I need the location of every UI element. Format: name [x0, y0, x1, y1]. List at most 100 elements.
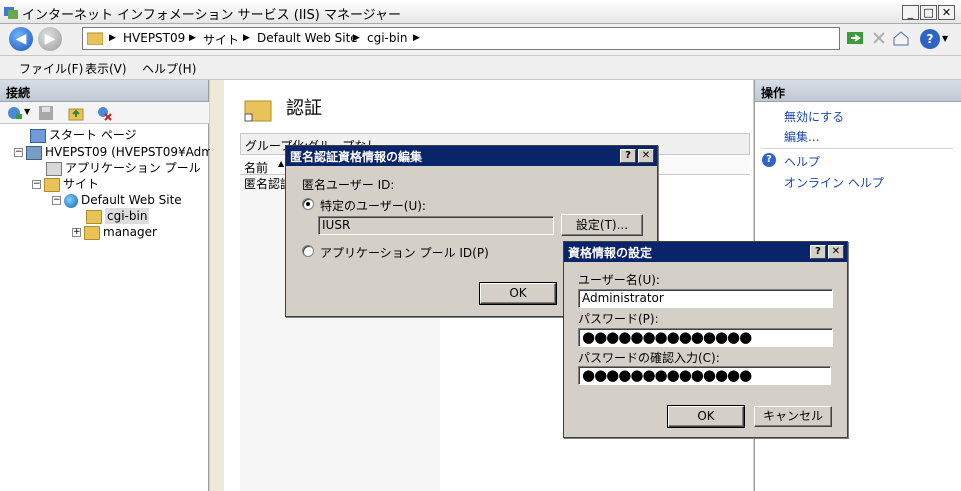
breadcrumb-cgi-bin[interactable]: cgi-bin	[367, 31, 407, 45]
action-disable[interactable]: 無効にする	[784, 108, 844, 125]
breadcrumb-separator: ▶	[243, 33, 250, 43]
connections-header: 接続	[0, 80, 208, 102]
close-button[interactable]: ✕	[938, 5, 955, 20]
username-label: ユーザー名(U):	[578, 273, 660, 287]
connections-panel: 接続 ▼ スタート ページ − HVEPST09 (HVEPST09¥Admir …	[0, 80, 221, 491]
chevron-down-icon[interactable]: ▼	[24, 107, 30, 116]
dialog-title-bar: 匿名認証資格情報の編集	[286, 146, 657, 166]
tree-manager[interactable]: + manager	[72, 224, 157, 240]
server-icon	[26, 145, 42, 160]
menu-file[interactable]: ファイル(F)	[19, 60, 83, 77]
column-name-header[interactable]: 名前	[244, 159, 268, 176]
dialog-title: 匿名認証資格情報の編集	[290, 150, 423, 164]
stop-icon[interactable]	[870, 29, 890, 49]
window-title: インターネット インフォメーション サービス (IIS) マネージャー	[22, 8, 402, 23]
confirm-password-field[interactable]: ●●●●●●●●●●●●●●	[578, 366, 831, 385]
menu-bar: ファイル(F) 表示(V) ヘルプ(H)	[0, 56, 961, 80]
folder-icon	[84, 225, 100, 240]
action-help[interactable]: ヘルプ	[784, 153, 820, 170]
tree-label: manager	[103, 225, 157, 239]
collapse-icon[interactable]: −	[14, 148, 23, 157]
action-online-help[interactable]: オンライン ヘルプ	[784, 174, 884, 191]
breadcrumb-separator: ▶	[353, 33, 360, 43]
breadcrumb-sites[interactable]: サイト	[203, 31, 239, 48]
navigation-bar: ◀ ▶ ▶ HVEPST09 ▶ サイト ▶ Default Web Site …	[0, 24, 961, 56]
password-label: パスワード(P):	[578, 312, 659, 326]
sort-up-icon: ▲	[278, 159, 285, 168]
dialog-close-button[interactable]: ✕	[638, 149, 654, 163]
breadcrumb-default-web-site[interactable]: Default Web Site	[257, 31, 358, 45]
app-pool-icon	[46, 161, 62, 176]
tree-start-page[interactable]: スタート ページ	[30, 127, 137, 143]
tree-label: サイト	[63, 177, 100, 191]
specific-user-label: 特定のユーザー(U):	[320, 199, 426, 213]
dialog-close-button[interactable]: ✕	[828, 245, 844, 259]
collapse-icon[interactable]: −	[52, 196, 61, 205]
tree-app-pools[interactable]: アプリケーション プール	[46, 160, 201, 176]
folder-icon	[86, 31, 104, 46]
tree-label: スタート ページ	[49, 128, 137, 142]
connections-toolbar: ▼	[0, 102, 209, 124]
menu-help[interactable]: ヘルプ(H)	[142, 60, 196, 77]
maximize-button[interactable]: □	[920, 5, 937, 20]
tree-server-hvepst09[interactable]: − HVEPST09 (HVEPST09¥Admir	[14, 144, 221, 160]
app-pool-identity-label: アプリケーション プール ID(P)	[320, 246, 489, 260]
tree-cgi-bin[interactable]: cgi-bin	[86, 208, 150, 224]
back-button[interactable]: ◀	[9, 27, 33, 51]
dialog-title: 資格情報の設定	[568, 246, 653, 260]
confirm-password-label: パスワードの確認入力(C):	[578, 351, 720, 365]
expand-icon[interactable]: +	[72, 228, 81, 237]
refresh-icon[interactable]	[846, 29, 866, 49]
window-title-bar: インターネット インフォメーション サービス (IIS) マネージャー _ □ …	[0, 0, 961, 24]
ok-button[interactable]: OK	[479, 282, 557, 305]
app-pool-identity-radio[interactable]	[302, 245, 314, 257]
action-edit[interactable]: 編集...	[784, 128, 819, 145]
start-page-icon	[30, 128, 46, 143]
sites-folder-icon	[44, 177, 60, 192]
globe-icon	[64, 193, 78, 208]
breadcrumb-separator: ▶	[109, 33, 116, 43]
help-icon[interactable]: ?	[920, 29, 940, 49]
actions-header: 操作	[755, 80, 961, 102]
iis-app-icon	[4, 5, 18, 19]
breadcrumb-separator: ▶	[189, 33, 196, 43]
disconnect-icon[interactable]	[96, 105, 112, 121]
dialog-title-bar: 資格情報の設定	[564, 242, 847, 262]
set-credentials-dialog: 資格情報の設定 ? ✕ ユーザー名(U): Administrator パスワー…	[563, 241, 848, 438]
page-title: 認証	[286, 98, 322, 119]
password-field[interactable]: ●●●●●●●●●●●●●●	[578, 328, 833, 347]
forward-button[interactable]: ▶	[38, 27, 62, 51]
address-bar[interactable]: ▶ HVEPST09 ▶ サイト ▶ Default Web Site ▶ cg…	[82, 27, 840, 50]
tree-label: HVEPST09 (HVEPST09¥Admir	[45, 145, 222, 159]
menu-view[interactable]: 表示(V)	[85, 60, 127, 77]
authentication-folder-icon	[244, 98, 272, 122]
help-icon: ?	[762, 153, 776, 167]
breadcrumb-separator: ▶	[413, 33, 420, 43]
up-folder-icon[interactable]	[68, 105, 84, 121]
collapse-icon[interactable]: −	[32, 180, 41, 189]
username-field[interactable]: Administrator	[578, 289, 833, 308]
connect-icon[interactable]	[6, 105, 22, 121]
specific-user-radio[interactable]	[302, 198, 314, 210]
arrow-right-icon: ▶	[44, 31, 56, 47]
specific-user-field[interactable]: IUSR	[318, 216, 554, 235]
divider	[761, 148, 953, 149]
tree-label: アプリケーション プール	[65, 161, 201, 175]
set-credentials-button[interactable]: 設定(T)...	[561, 214, 643, 236]
dialog-help-button[interactable]: ?	[620, 149, 636, 163]
minimize-button[interactable]: _	[902, 5, 919, 20]
dialog-help-button[interactable]: ?	[810, 245, 826, 259]
tree-label: Default Web Site	[81, 193, 182, 207]
anonymous-user-id-label: 匿名ユーザー ID:	[302, 178, 395, 192]
ok-button[interactable]: OK	[667, 405, 745, 428]
arrow-left-icon: ◀	[15, 31, 27, 47]
tree-label: cgi-bin	[105, 208, 150, 224]
tree-sites[interactable]: − サイト	[32, 176, 99, 192]
breadcrumb-hvepst09[interactable]: HVEPST09	[123, 31, 185, 45]
save-icon[interactable]	[38, 105, 54, 121]
chevron-down-icon[interactable]: ▼	[942, 34, 948, 43]
cancel-button[interactable]: キャンセル	[754, 406, 832, 427]
folder-icon	[86, 209, 102, 224]
home-icon[interactable]	[892, 29, 912, 49]
tree-default-web-site[interactable]: − Default Web Site	[52, 192, 182, 208]
